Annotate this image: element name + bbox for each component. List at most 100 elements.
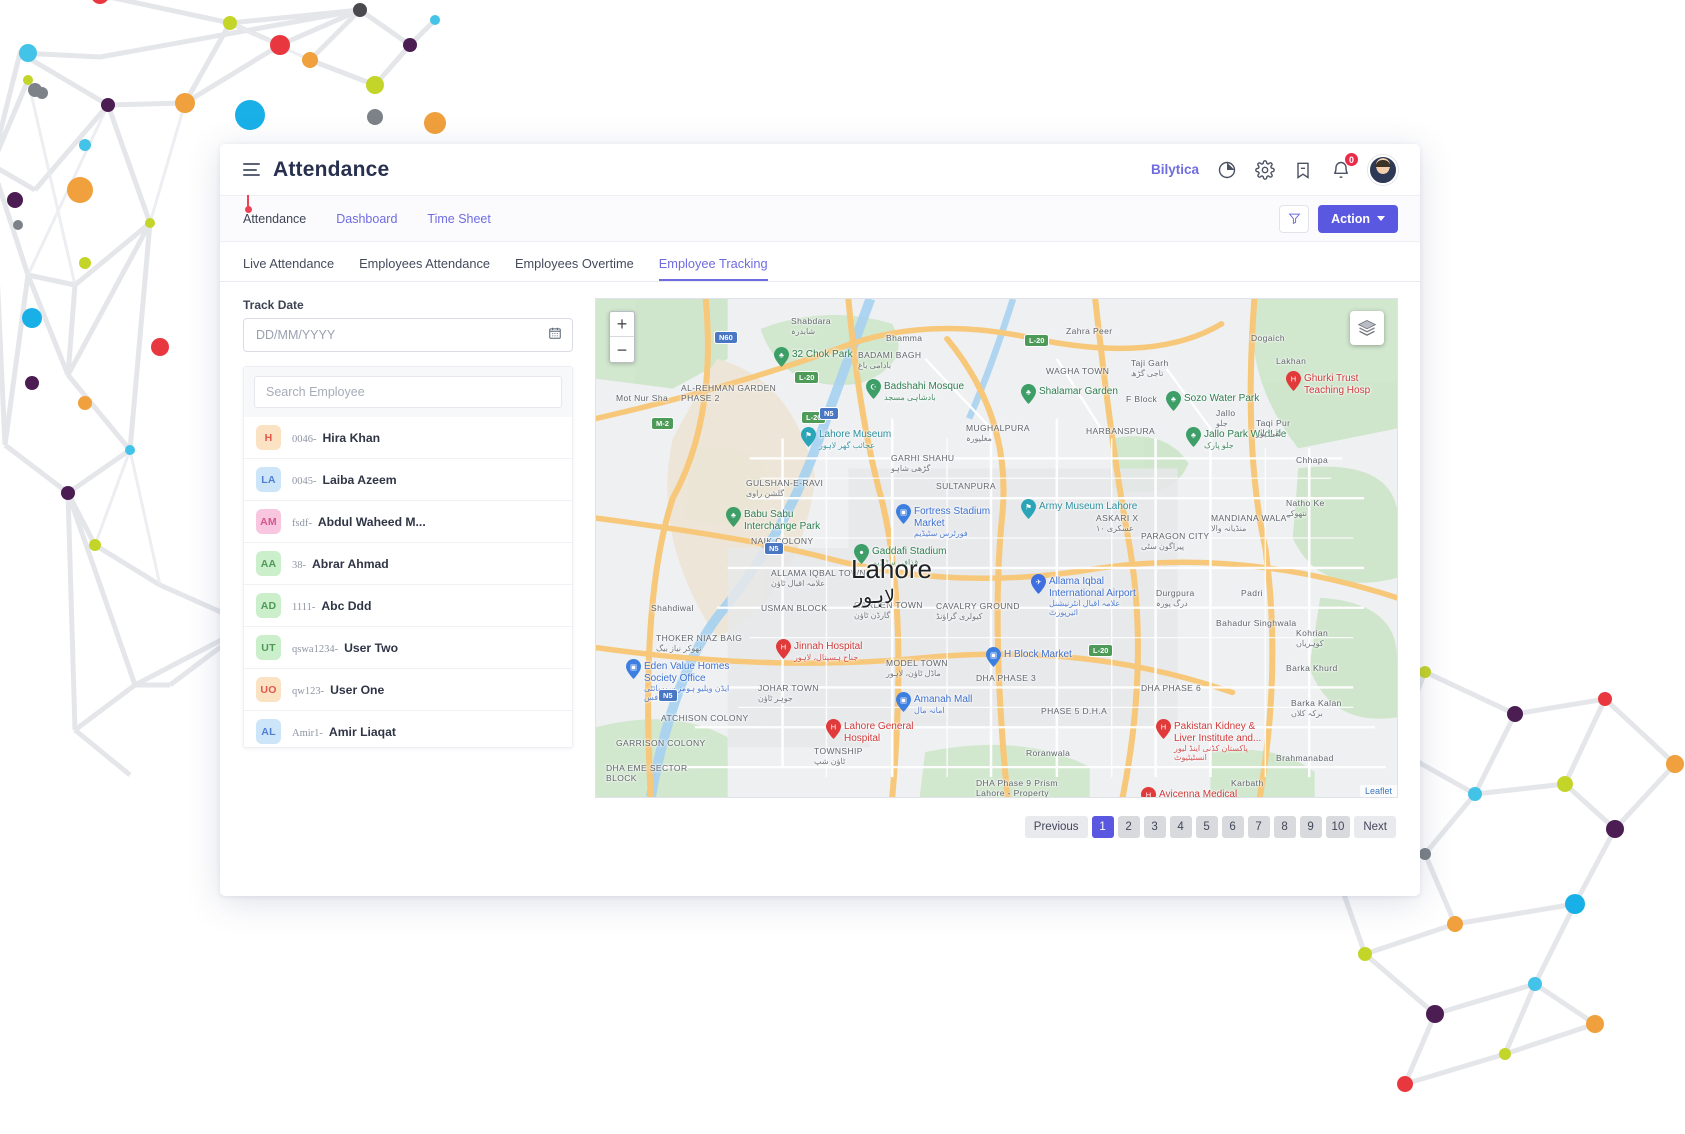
- map-marker-hospital[interactable]: H: [1141, 787, 1156, 797]
- map-place-name-local: تھوکر نیاز بیگ: [656, 643, 702, 653]
- avatar[interactable]: [1368, 154, 1398, 185]
- map-marker-shop[interactable]: ▣: [986, 647, 1001, 667]
- action-button[interactable]: Action: [1318, 204, 1398, 233]
- svg-text:✈: ✈: [1035, 578, 1042, 587]
- employee-code: qswa1234-: [292, 643, 339, 655]
- pagination-page-1[interactable]: 1: [1091, 816, 1114, 838]
- search-employee-input[interactable]: [254, 376, 562, 408]
- map-place-label: Shalamar Garden: [1039, 386, 1118, 398]
- map-marker-shop[interactable]: ▣: [896, 692, 911, 712]
- tracking-map[interactable]: + − Leaflet ♣ 32 Chok Park BADAMI BAGH بادا…: [595, 298, 1398, 798]
- map-marker-park[interactable]: ♣: [726, 507, 741, 527]
- tab-employees-overtime[interactable]: Employees Overtime: [515, 256, 634, 281]
- employee-label: fsdf- Abdul Waheed M...: [292, 515, 426, 529]
- map-place-label: Barka Kalan برکہ کلاں: [1291, 698, 1342, 718]
- map-place-name: Karbath: [1231, 778, 1264, 788]
- pagination-page-2[interactable]: 2: [1117, 816, 1140, 838]
- pagination-next[interactable]: Next: [1354, 816, 1396, 838]
- map-marker-museum[interactable]: ⚑: [801, 427, 816, 447]
- employee-name: User Two: [344, 640, 399, 655]
- map-place-name-local: برکہ کلاں: [1291, 708, 1323, 718]
- map-place-label: PARAGON CITY پیراگون سٹی: [1141, 531, 1209, 551]
- pagination-page-7[interactable]: 7: [1247, 816, 1270, 838]
- gear-icon[interactable]: [1254, 159, 1275, 180]
- map-place-name-local: جلو: [1216, 418, 1228, 428]
- employee-code: 38-: [292, 559, 306, 571]
- track-date-input[interactable]: [254, 327, 548, 343]
- map-place-name: Mot Nur Sha: [616, 393, 669, 403]
- pagination-previous[interactable]: Previous: [1024, 816, 1088, 838]
- map-place-name-local: علامہ اقبال ٹاؤن: [771, 578, 826, 588]
- list-item[interactable]: LA 0045- Laiba Azeem: [244, 458, 572, 500]
- list-item[interactable]: UT qswa1234- User Two: [244, 626, 572, 668]
- zoom-out-button[interactable]: −: [610, 337, 634, 362]
- list-item[interactable]: AM fsdf- Abdul Waheed M...: [244, 500, 572, 542]
- map-place-name: Shahdiwal: [651, 603, 694, 613]
- map-zoom-control[interactable]: + −: [609, 311, 635, 363]
- map-marker-shop[interactable]: ▣: [896, 504, 911, 524]
- map-overlay: ♣ 32 Chok Park BADAMI BAGH بادامی باغ ☪ Badsh…: [596, 299, 1397, 797]
- map-marker-stadium[interactable]: ●: [854, 544, 869, 564]
- map-place-label: Chhapa: [1296, 455, 1329, 466]
- leaflet-attribution[interactable]: Leaflet: [1359, 785, 1397, 797]
- map-place-name: DHA PHASE 3: [976, 673, 1037, 683]
- map-marker-park[interactable]: ♣: [1021, 384, 1036, 404]
- bookmark-icon[interactable]: [1292, 159, 1313, 180]
- map-marker-park[interactable]: ♣: [774, 347, 789, 367]
- track-date-field[interactable]: [243, 318, 573, 352]
- list-item[interactable]: AA 38- Abrar Ahmad: [244, 542, 572, 584]
- map-place-label: Barka Khurd: [1286, 663, 1338, 674]
- pagination-page-3[interactable]: 3: [1143, 816, 1166, 838]
- pagination-page-5[interactable]: 5: [1195, 816, 1218, 838]
- employee-name: Abdul Waheed M...: [317, 514, 426, 529]
- pagination-page-4[interactable]: 4: [1169, 816, 1192, 838]
- map-marker-shop[interactable]: ▣: [626, 659, 641, 679]
- map-marker-hospital[interactable]: H: [1156, 719, 1171, 739]
- map-marker-park[interactable]: ♣: [1166, 391, 1181, 411]
- zoom-in-button[interactable]: +: [610, 312, 634, 337]
- map-marker-hospital[interactable]: H: [826, 719, 841, 739]
- list-item[interactable]: AD 1111- Abc Ddd: [244, 584, 572, 626]
- map-place-label: Natho Ke نتھوکے: [1286, 498, 1325, 518]
- map-layers-control[interactable]: [1350, 311, 1384, 345]
- bell-icon[interactable]: 0: [1330, 152, 1359, 180]
- brand-link[interactable]: Bilytica: [1151, 162, 1199, 177]
- map-place-label: DHA Phase 9 Prism Lahore - Property Guid…: [976, 778, 1076, 797]
- tab-live-attendance[interactable]: Live Attendance: [243, 256, 334, 281]
- map-place-name: F Block: [1126, 394, 1158, 404]
- map-marker-airport[interactable]: ✈: [1031, 574, 1046, 594]
- tab-employees-attendance[interactable]: Employees Attendance: [359, 256, 490, 281]
- action-button-label: Action: [1331, 211, 1370, 226]
- pie-chart-icon[interactable]: [1216, 159, 1237, 180]
- tab-employee-tracking[interactable]: Employee Tracking: [658, 256, 768, 281]
- pagination-page-9[interactable]: 9: [1299, 816, 1322, 838]
- pagination-page-8[interactable]: 8: [1273, 816, 1296, 838]
- map-place-name: Lahore Museum: [819, 429, 892, 440]
- breadcrumb-item-dashboard[interactable]: Dashboard: [336, 212, 397, 226]
- map-marker-hospital[interactable]: H: [776, 639, 791, 659]
- map-marker-mosque[interactable]: ☪: [866, 379, 881, 399]
- chevron-down-icon: [1377, 216, 1385, 221]
- pagination-page-6[interactable]: 6: [1221, 816, 1244, 838]
- list-item[interactable]: AL Amir1- Amir Liaqat: [244, 710, 572, 747]
- map-place-name-local: پیراگون سٹی: [1141, 541, 1185, 551]
- map-marker-museum[interactable]: ⚑: [1021, 499, 1036, 519]
- filter-button[interactable]: [1279, 204, 1310, 233]
- employee-label: 0045- Laiba Azeem: [292, 473, 397, 487]
- map-marker-park[interactable]: ♣: [1186, 427, 1201, 447]
- map-place-name: WAGHA TOWN: [1046, 366, 1110, 376]
- list-item[interactable]: UO qw123- User One: [244, 668, 572, 710]
- employee-list[interactable]: H 0046- Hira Khan LA 0045- Laiba Azeem AM fsdf-…: [244, 417, 572, 747]
- map-place-name: Chhapa: [1296, 455, 1329, 465]
- employee-label: 1111- Abc Ddd: [292, 599, 371, 613]
- pagination-page-10[interactable]: 10: [1325, 816, 1351, 838]
- breadcrumb-item-attendance[interactable]: Attendance: [243, 212, 306, 226]
- calendar-icon[interactable]: [548, 326, 562, 345]
- hamburger-icon[interactable]: [243, 163, 260, 176]
- map-place-name-local: کوہریاں: [1296, 638, 1324, 648]
- breadcrumb-item-time-sheet[interactable]: Time Sheet: [427, 212, 490, 226]
- map-place-label: DHA PHASE 6: [1141, 683, 1201, 694]
- map-place-label: CAVALRY GROUND کیولری گراؤنڈ: [936, 601, 1020, 621]
- map-marker-hospital[interactable]: H: [1286, 371, 1301, 391]
- list-item[interactable]: H 0046- Hira Khan: [244, 417, 572, 458]
